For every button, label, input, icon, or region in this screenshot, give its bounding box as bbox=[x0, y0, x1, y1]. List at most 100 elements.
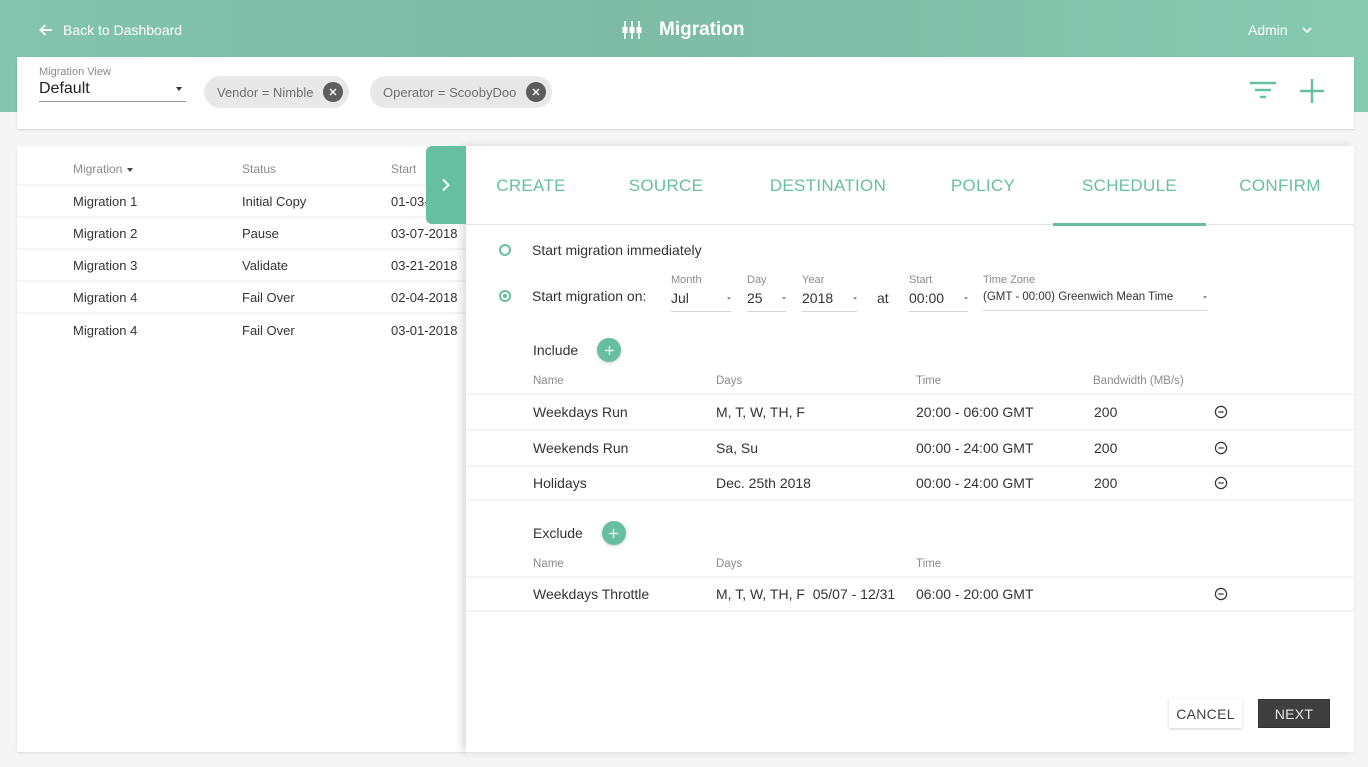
tab-create[interactable]: CREATE bbox=[480, 146, 582, 225]
back-label: Back to Dashboard bbox=[63, 22, 183, 38]
migration-list: Migration Status Start Migration 1 Initi… bbox=[17, 146, 467, 752]
remove-circle-icon[interactable] bbox=[1214, 441, 1228, 455]
migration-status: Initial Copy bbox=[242, 193, 307, 209]
migration-status: Validate bbox=[242, 257, 289, 273]
remove-chip-button[interactable] bbox=[526, 82, 547, 102]
day-dropdown[interactable]: 25 bbox=[747, 290, 786, 312]
start-immediately-label: Start migration immediately bbox=[532, 242, 702, 258]
list-item[interactable]: Migration 2 Pause 03-07-2018 bbox=[17, 218, 467, 250]
table-row[interactable]: Weekdays Throttle M, T, W, TH, F 05/07 -… bbox=[466, 576, 1354, 612]
caret-down-icon bbox=[176, 87, 182, 91]
schedule-bandwidth: 200 bbox=[1094, 404, 1118, 420]
day-select[interactable]: Day 25 bbox=[747, 274, 786, 312]
time-zone-select[interactable]: Time Zone (GMT - 00:00) Greenwich Mean T… bbox=[983, 274, 1207, 311]
page-title: Migration bbox=[621, 16, 745, 44]
schedule-name: Weekdays Throttle bbox=[533, 586, 650, 602]
day-label: Day bbox=[747, 274, 767, 286]
tab-policy[interactable]: POLICY bbox=[936, 146, 1030, 225]
schedule-days: M, T, W, TH, F 05/07 - 12/31 bbox=[716, 586, 896, 602]
exclude-table-header: Name Days Time bbox=[466, 556, 1354, 572]
start-time-dropdown[interactable]: 00:00 bbox=[909, 290, 968, 312]
remove-circle-icon[interactable] bbox=[1214, 405, 1228, 419]
remove-circle-icon[interactable] bbox=[1214, 587, 1228, 601]
wizard-tabs: CREATE SOURCE DESTINATION POLICY SCHEDUL… bbox=[466, 146, 1354, 226]
table-row[interactable]: Weekends Run Sa, Su 00:00 - 24:00 GMT 20… bbox=[466, 429, 1354, 465]
column-header-days: Days bbox=[716, 375, 743, 387]
migration-status: Fail Over bbox=[242, 289, 295, 305]
start-immediately-radio[interactable] bbox=[499, 244, 511, 256]
list-item[interactable]: Migration 3 Validate 03-21-2018 bbox=[17, 250, 467, 282]
migration-start: 03-07-2018 bbox=[391, 225, 458, 241]
sliders-icon bbox=[622, 21, 642, 39]
schedule-days: M, T, W, TH, F bbox=[716, 404, 805, 420]
filter-chip-operator: Operator = ScoobyDoo bbox=[370, 76, 553, 108]
user-menu[interactable]: Admin bbox=[1248, 20, 1312, 40]
time-zone-dropdown[interactable]: (GMT - 00:00) Greenwich Mean Time bbox=[983, 290, 1207, 311]
migration-view-select[interactable]: Migration View Default bbox=[39, 66, 186, 102]
tab-destination[interactable]: DESTINATION bbox=[754, 146, 902, 225]
schedule-days: Dec. 25th 2018 bbox=[716, 475, 811, 491]
caret-down-icon bbox=[853, 296, 857, 300]
migration-wizard: CREATE SOURCE DESTINATION POLICY SCHEDUL… bbox=[466, 146, 1354, 752]
schedule-bandwidth: 200 bbox=[1094, 440, 1118, 456]
chip-label: Vendor = Nimble bbox=[217, 84, 314, 100]
add-include-button[interactable] bbox=[597, 338, 622, 362]
column-header-start[interactable]: Start bbox=[391, 162, 416, 176]
filter-icon[interactable] bbox=[1249, 77, 1277, 105]
schedule-bandwidth: 200 bbox=[1094, 475, 1118, 491]
column-header-time: Time bbox=[916, 375, 942, 387]
add-icon[interactable] bbox=[1298, 77, 1326, 105]
plus-icon bbox=[604, 345, 614, 355]
migration-start: 03-21-2018 bbox=[391, 257, 458, 273]
collapse-panel-button[interactable] bbox=[426, 146, 466, 224]
schedule-time: 06:00 - 20:00 GMT bbox=[916, 586, 1034, 602]
list-item[interactable]: Migration 4 Fail Over 02-04-2018 bbox=[17, 282, 467, 314]
year-select[interactable]: Year 2018 bbox=[802, 274, 857, 312]
month-dropdown[interactable]: Jul bbox=[671, 290, 731, 312]
column-header-migration[interactable]: Migration bbox=[73, 162, 134, 176]
add-exclude-button[interactable] bbox=[601, 521, 626, 545]
start-immediately-option[interactable]: Start migration immediately bbox=[499, 242, 702, 258]
include-label: Include bbox=[533, 342, 579, 358]
schedule-time: 00:00 - 24:00 GMT bbox=[916, 440, 1034, 456]
start-time-value: 00:00 bbox=[909, 290, 945, 306]
table-row[interactable]: Holidays Dec. 25th 2018 00:00 - 24:00 GM… bbox=[466, 465, 1354, 501]
column-header-status[interactable]: Status bbox=[242, 162, 276, 176]
column-header-name: Name bbox=[533, 558, 564, 570]
include-table-header: Name Days Time Bandwidth (MB/s) bbox=[466, 373, 1354, 389]
schedule-name: Weekends Run bbox=[533, 440, 629, 456]
title-text: Migration bbox=[659, 19, 745, 40]
migration-view-dropdown[interactable]: Default bbox=[39, 80, 186, 102]
caret-down-icon bbox=[1203, 295, 1207, 299]
schedule-time: 20:00 - 06:00 GMT bbox=[916, 404, 1034, 420]
schedule-days: Sa, Su bbox=[716, 440, 759, 456]
tab-source[interactable]: SOURCE bbox=[612, 146, 720, 225]
list-item[interactable]: Migration 4 Fail Over 03-01-2018 bbox=[17, 314, 467, 346]
month-select[interactable]: Month Jul bbox=[671, 274, 731, 312]
caret-down-icon bbox=[782, 296, 786, 300]
table-row[interactable]: Weekdays Run M, T, W, TH, F 20:00 - 06:0… bbox=[466, 393, 1354, 429]
chip-label: Operator = ScoobyDoo bbox=[383, 84, 517, 100]
remove-circle-icon[interactable] bbox=[1214, 476, 1228, 490]
list-item[interactable]: Migration 1 Initial Copy 01-03-2018 bbox=[17, 186, 467, 218]
start-on-option[interactable]: Start migration on: bbox=[499, 288, 646, 304]
start-on-radio[interactable] bbox=[499, 290, 511, 302]
schedule-name: Holidays bbox=[533, 475, 587, 491]
cancel-button[interactable]: CANCEL bbox=[1169, 699, 1242, 728]
caret-down-icon bbox=[727, 296, 731, 300]
back-to-dashboard-link[interactable]: Back to Dashboard bbox=[38, 20, 182, 40]
year-dropdown[interactable]: 2018 bbox=[802, 290, 857, 312]
chevron-right-icon bbox=[442, 178, 450, 192]
remove-chip-button[interactable] bbox=[323, 82, 344, 102]
tab-confirm[interactable]: CONFIRM bbox=[1228, 146, 1332, 225]
column-header-days: Days bbox=[716, 558, 743, 570]
month-value: Jul bbox=[671, 290, 689, 306]
day-value: 25 bbox=[747, 290, 763, 306]
close-icon bbox=[532, 88, 540, 96]
tab-schedule[interactable]: SCHEDULE bbox=[1053, 146, 1206, 226]
exclude-label: Exclude bbox=[533, 525, 583, 541]
next-button[interactable]: NEXT bbox=[1258, 699, 1330, 728]
include-section-title: Include bbox=[533, 338, 622, 362]
month-label: Month bbox=[671, 274, 702, 286]
start-time-select[interactable]: Start 00:00 bbox=[909, 274, 968, 312]
